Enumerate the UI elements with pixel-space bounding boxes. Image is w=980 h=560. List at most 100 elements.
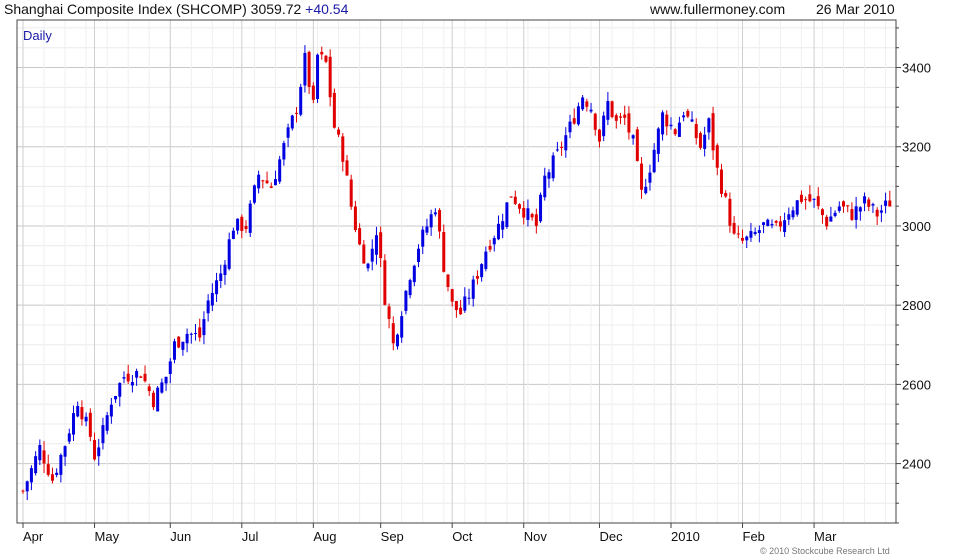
candle-body (518, 204, 522, 209)
candle-body (324, 55, 328, 62)
candle-body (656, 128, 660, 154)
candle-body (543, 175, 547, 198)
candle-body (345, 160, 349, 176)
candle-body (829, 216, 833, 222)
candle-body (673, 129, 677, 135)
candle-body (804, 199, 808, 201)
candle-body (446, 274, 450, 287)
candle-body (383, 260, 387, 305)
candle-body (741, 237, 745, 241)
candle-body (475, 276, 479, 279)
candle-body (463, 296, 467, 311)
candle-body (736, 233, 740, 235)
candle-body (273, 179, 277, 186)
candle-body (719, 169, 723, 194)
candle-body (126, 373, 130, 382)
candle-body (46, 464, 50, 475)
candle-body (189, 333, 193, 335)
candle-body (597, 129, 601, 142)
candle-body (177, 336, 181, 348)
candle-body (551, 155, 555, 179)
candle-body (425, 226, 429, 233)
candle-body (316, 54, 320, 100)
candle-body (147, 386, 151, 392)
candle-body (766, 219, 770, 227)
candle-body (181, 341, 185, 350)
candle-body (194, 332, 198, 334)
candle-body (513, 196, 517, 204)
y-tick-label: 3200 (902, 140, 931, 155)
candle-body (278, 159, 282, 182)
candle-body (236, 218, 240, 231)
candle-body (454, 301, 458, 311)
candle-body (677, 122, 681, 137)
candle-body (257, 174, 261, 189)
candle-body (63, 446, 67, 457)
candle-body (635, 129, 639, 161)
candle-body (606, 101, 610, 120)
x-tick-label: Nov (524, 529, 548, 544)
period-label: Daily (23, 28, 52, 43)
x-tick-label: Mar (814, 529, 837, 544)
candle-body (240, 216, 244, 231)
candle-body (185, 333, 189, 344)
candle-body (332, 92, 336, 128)
x-tick-label: Oct (452, 529, 473, 544)
candle-body (728, 198, 732, 226)
candle-body (509, 196, 513, 198)
candles (21, 45, 892, 501)
candle-body (850, 209, 854, 220)
candle-body (210, 292, 214, 306)
candle-body (286, 127, 290, 138)
candle-body (109, 404, 113, 417)
candle-body (501, 221, 505, 230)
candle-body (564, 135, 568, 151)
candle-body (29, 468, 33, 483)
candle-body (602, 115, 606, 137)
candle-body (433, 212, 437, 215)
candle-body (593, 113, 597, 130)
grid (17, 20, 896, 524)
candle-body (795, 200, 799, 215)
candle-body (698, 133, 702, 148)
candle-body (71, 413, 75, 435)
candle-body (640, 163, 644, 190)
candle-body (101, 425, 105, 444)
candle-body (875, 209, 879, 217)
candle-body (648, 172, 652, 183)
y-tick-label: 3000 (902, 219, 931, 234)
candle-body (833, 212, 837, 217)
candle-body (202, 319, 206, 336)
candle-body (749, 231, 753, 238)
candle-body (244, 226, 248, 230)
candle-body (884, 200, 888, 206)
candle-body (492, 237, 496, 245)
candle-body (391, 323, 395, 344)
candle-body (610, 101, 614, 118)
candle-body (787, 214, 791, 220)
candle-body (484, 251, 488, 269)
candle-body (539, 194, 543, 222)
x-tick-label: 2010 (671, 529, 700, 544)
candle-body (459, 307, 463, 315)
candle-body (560, 147, 564, 149)
candle-body (581, 97, 585, 110)
candle-body (707, 118, 711, 133)
candle-body (438, 210, 442, 232)
candle-body (231, 230, 235, 239)
candle-body (623, 114, 627, 118)
candle-body (374, 235, 378, 255)
x-tick-label: Dec (599, 529, 623, 544)
candle-body (38, 445, 42, 461)
candle-body (265, 180, 269, 184)
candle-body (139, 376, 143, 378)
candle-body (669, 124, 673, 127)
candle-body (261, 180, 265, 182)
candle-body (568, 121, 572, 133)
x-tick-label: May (95, 529, 120, 544)
candle-body (219, 273, 223, 281)
x-tick-label: Jun (170, 529, 191, 544)
candle-body (791, 210, 795, 218)
candle-body (858, 207, 862, 212)
candle-body (421, 229, 425, 247)
